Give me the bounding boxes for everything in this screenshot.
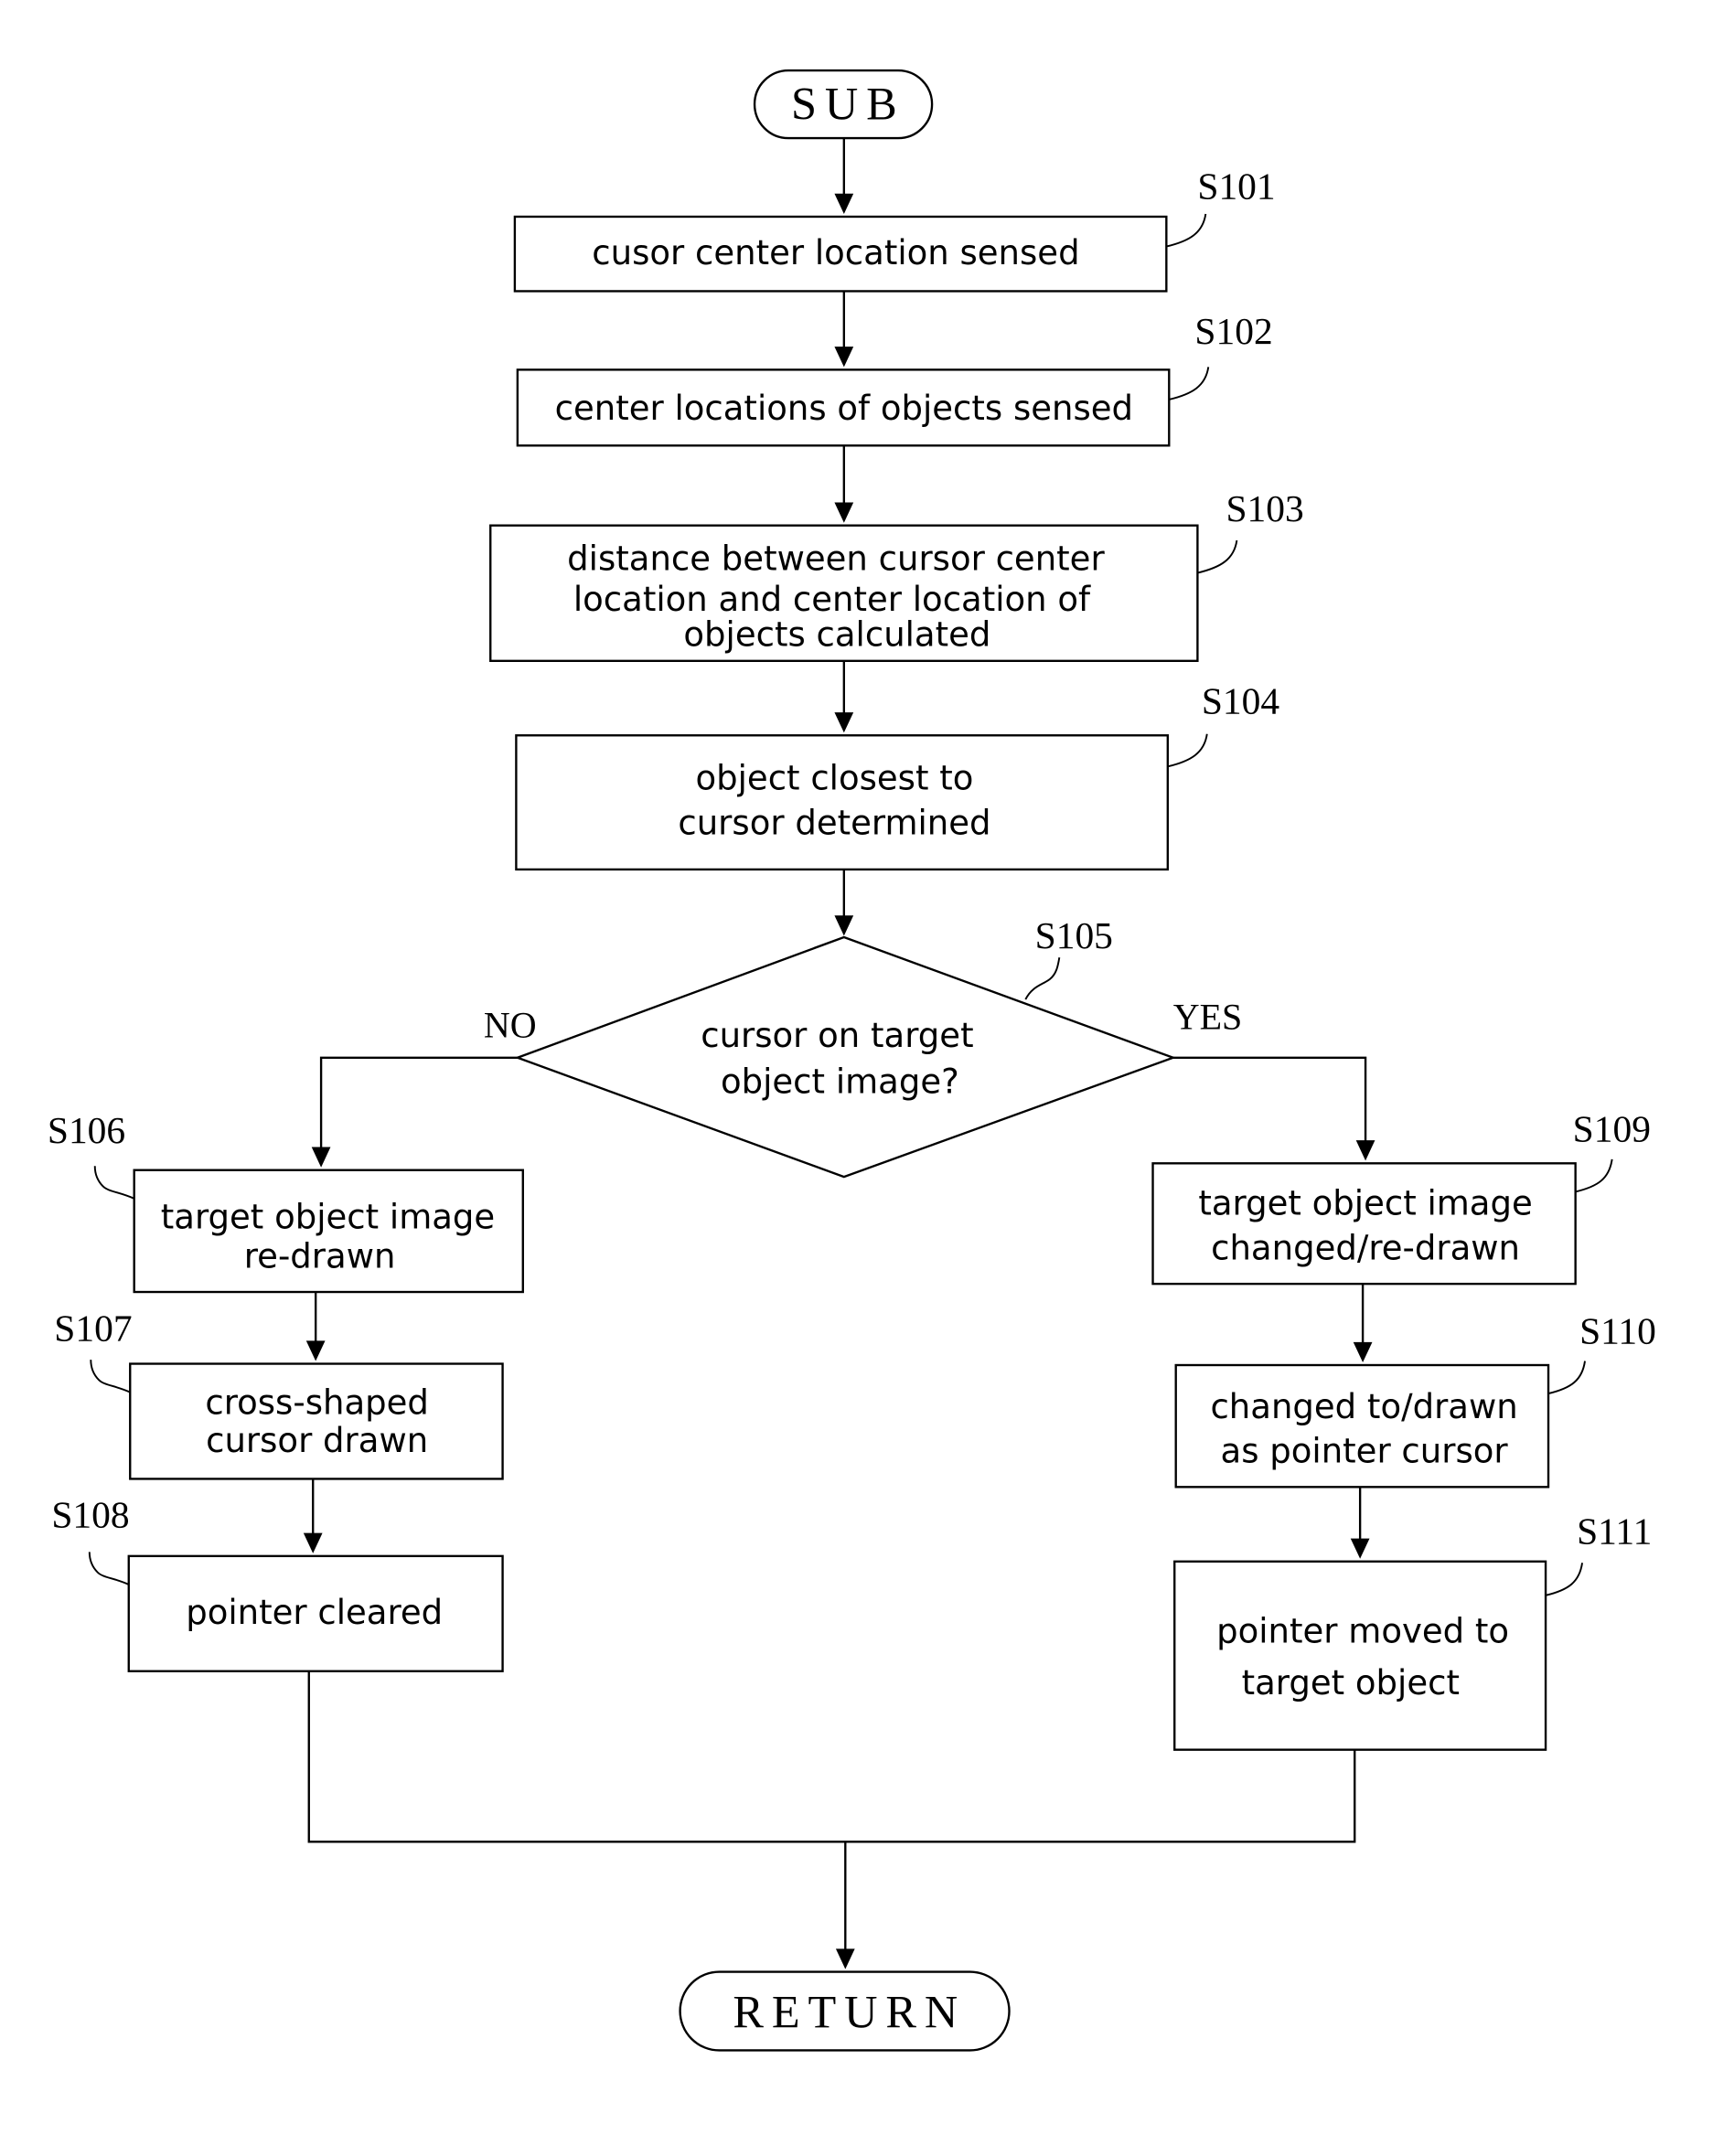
step-s109: target object image changed/re-drawn S10… <box>1151 1108 1651 1286</box>
step-s109-id: S109 <box>1573 1108 1651 1150</box>
decision-s105-id: S105 <box>1035 914 1113 956</box>
step-s109-text-line1: target object image <box>1198 1184 1532 1223</box>
arrow-no-s106 <box>311 1147 331 1168</box>
step-s102-id: S102 <box>1194 310 1272 352</box>
step-s106-leader <box>93 1166 135 1200</box>
branch-no-label: NO <box>484 1005 537 1046</box>
step-s102: center locations of objects sensed S102 <box>516 310 1273 447</box>
step-s107-text-line1: cross-shaped <box>205 1382 429 1422</box>
decision-s105-diamond <box>514 935 1177 1179</box>
step-s109-text-line2: changed/re-drawn <box>1211 1228 1520 1267</box>
arrow-yes-s109 <box>1355 1140 1375 1161</box>
arrow-merge-return <box>835 1948 855 1969</box>
step-s103-text-line1: distance between cursor center <box>567 539 1105 579</box>
step-s106-id: S106 <box>48 1109 125 1151</box>
step-s107-text-line2: cursor drawn <box>206 1421 428 1460</box>
arrow-s106-s107 <box>305 1340 326 1361</box>
decision-s105-text-line2: object image? <box>721 1062 959 1101</box>
step-s101-text: cusor center location sensed <box>592 233 1079 272</box>
step-s103-id: S103 <box>1226 487 1304 529</box>
step-s103: distance between cursor center location … <box>489 487 1304 662</box>
step-s103-text-line3: objects calculated <box>683 615 990 655</box>
step-s104-text-line1: object closest to <box>695 759 973 798</box>
decision-s105: cursor on target object image? S105 NO Y… <box>484 914 1243 1179</box>
step-s104-text-line2: cursor determined <box>678 803 990 842</box>
step-s111-id: S111 <box>1577 1510 1652 1553</box>
step-s111: pointer moved to target object S111 <box>1173 1510 1652 1751</box>
arrow-s109-s110 <box>1353 1341 1373 1363</box>
step-s104: object closest to cursor determined S104 <box>515 680 1280 871</box>
arrow-sub-s101 <box>834 193 854 215</box>
step-s106-text-line2: re-drawn <box>244 1236 396 1275</box>
step-s108: pointer cleared S108 <box>51 1494 504 1672</box>
step-s104-leader <box>1167 733 1208 768</box>
branch-yes-label: YES <box>1173 997 1243 1038</box>
step-s101-id: S101 <box>1197 165 1275 208</box>
step-s103-leader <box>1197 539 1238 574</box>
step-s111-leader <box>1545 1563 1584 1596</box>
flowchart: SUB cusor center location sensed S101 ce… <box>48 69 1656 2052</box>
step-s106: target object image re-drawn S106 <box>48 1109 524 1294</box>
step-s111-text-line2: target object <box>1242 1663 1460 1702</box>
end-label: RETURN <box>733 1986 966 2037</box>
step-s104-id: S104 <box>1202 680 1280 722</box>
step-s111-box <box>1173 1560 1547 1751</box>
step-s101: cusor center location sensed S101 <box>513 165 1276 293</box>
connector-no-s106 <box>319 1056 518 1150</box>
connector-yes-s109 <box>1172 1056 1367 1144</box>
decision-s105-text-line1: cursor on target <box>701 1016 973 1055</box>
step-s110-text-line2: as pointer cursor <box>1221 1432 1509 1471</box>
step-s110: changed to/drawn as pointer cursor S110 <box>1174 1309 1656 1489</box>
arrow-s104-s105 <box>834 915 854 936</box>
step-s107: cross-shaped cursor drawn S107 <box>54 1307 504 1480</box>
arrow-s103-s104 <box>834 712 854 733</box>
arrow-s107-s108 <box>303 1532 323 1553</box>
step-s108-id: S108 <box>51 1494 129 1536</box>
arrow-s102-s103 <box>834 502 854 523</box>
step-s102-text: center locations of objects sensed <box>555 389 1133 428</box>
step-s110-id: S110 <box>1579 1309 1656 1351</box>
step-s109-leader <box>1575 1158 1613 1193</box>
start-terminal: SUB <box>753 69 934 140</box>
step-s111-text-line1: pointer moved to <box>1216 1612 1509 1651</box>
step-s103-text-line2: location and center location of <box>573 580 1091 619</box>
step-s108-leader <box>88 1552 130 1585</box>
step-s107-leader <box>90 1360 131 1393</box>
step-s110-leader <box>1547 1361 1586 1395</box>
step-s107-id: S107 <box>54 1307 132 1349</box>
step-s102-leader <box>1169 367 1210 400</box>
step-s108-text: pointer cleared <box>186 1593 443 1632</box>
start-label: SUB <box>791 78 905 129</box>
arrow-s110-s111 <box>1350 1538 1370 1559</box>
step-s110-text-line1: changed to/drawn <box>1210 1387 1517 1426</box>
end-terminal: RETURN <box>679 1970 1011 2052</box>
step-s101-leader <box>1166 213 1207 248</box>
decision-s105-leader <box>1024 957 1061 1000</box>
step-s106-text-line1: target object image <box>161 1197 495 1236</box>
arrow-s101-s102 <box>834 347 854 368</box>
